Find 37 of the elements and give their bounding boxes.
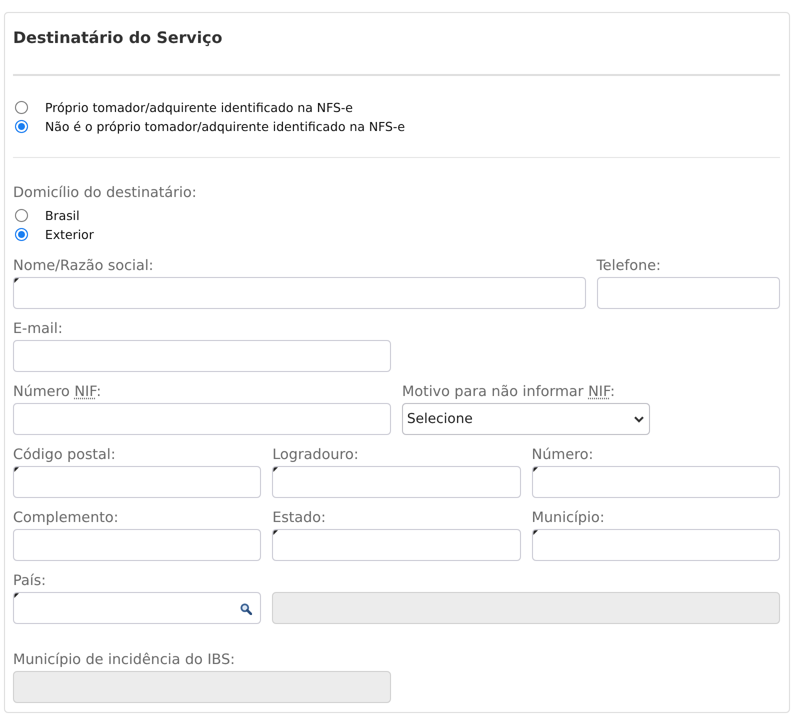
option-label: Próprio tomador/adquirente identificado na NFS-e xyxy=(45,100,353,116)
field-label: Logradouro: xyxy=(272,447,359,463)
field-label: Nome/Razão social: xyxy=(13,258,154,274)
field-label: Complemento: xyxy=(13,510,118,526)
field-label: E-mail: xyxy=(13,321,63,337)
dropdown-select[interactable]: Selecione xyxy=(402,403,650,435)
text-field[interactable] xyxy=(532,466,780,498)
search-field[interactable] xyxy=(13,592,262,624)
field-label: Número: xyxy=(532,447,594,463)
text-field[interactable] xyxy=(13,277,586,309)
text-field[interactable] xyxy=(272,466,521,498)
radio-button[interactable] xyxy=(15,120,28,133)
search-icon[interactable] xyxy=(240,603,252,615)
text-field[interactable] xyxy=(596,277,780,309)
option-label: Brasil xyxy=(45,208,80,224)
section-title: Destinatário do Serviço xyxy=(13,28,224,48)
field-label: Estado: xyxy=(272,510,326,526)
option-label: Não é o próprio tomador/adquirente identificado na NFS-e xyxy=(45,118,406,134)
field-label: Domicílio do destinatário: xyxy=(13,184,198,202)
radio-button[interactable] xyxy=(15,209,28,222)
field-label: Motivo para não informar NIF: xyxy=(402,384,615,400)
option-label: Exterior xyxy=(45,226,94,242)
radio-button[interactable] xyxy=(15,228,28,241)
text-field[interactable] xyxy=(13,529,262,561)
chevron-down-icon xyxy=(634,416,644,422)
field-label: Número NIF: xyxy=(13,384,102,400)
field-label: Município de incidência do IBS: xyxy=(13,652,235,668)
text-field[interactable] xyxy=(13,466,262,498)
field-label: Município: xyxy=(532,510,605,526)
text-field[interactable] xyxy=(13,340,391,372)
radio-button[interactable] xyxy=(15,101,28,114)
field-label: Código postal: xyxy=(13,447,116,463)
text-field[interactable] xyxy=(272,529,521,561)
field-label: País: xyxy=(13,573,46,589)
field-label: Telefone: xyxy=(596,258,661,274)
text-field[interactable] xyxy=(13,403,391,435)
text-field[interactable] xyxy=(532,529,780,561)
